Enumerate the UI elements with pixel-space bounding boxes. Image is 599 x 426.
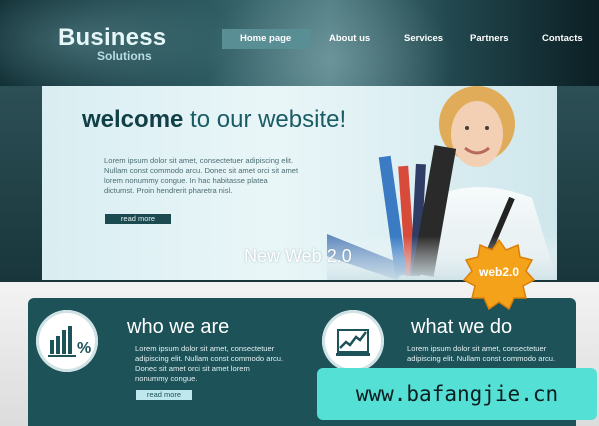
nav-label: Home page [240, 33, 292, 44]
hero-title: welcome to our website! [82, 106, 346, 134]
hero-title-rest: to our website! [183, 106, 347, 133]
what-we-do-icon-circle [322, 310, 384, 372]
hero-tagline: New Web 2.0 [244, 246, 352, 266]
nav-partners[interactable]: Partners [470, 29, 509, 49]
logo-title[interactable]: Business [58, 24, 166, 52]
bar-chart-percent-icon: % [48, 326, 91, 357]
nav-contacts[interactable]: Contacts [542, 29, 583, 49]
nav-label: About us [329, 33, 371, 44]
section-text-what-we-do: Lorem ipsum dolor sit amet, consectetuer… [407, 344, 556, 363]
hero-read-more-button[interactable]: read more [105, 214, 171, 224]
hero-title-bold: welcome [82, 106, 184, 133]
badge-label: web2.0 [478, 265, 520, 279]
section-text-who-we-are: Lorem ipsum dolor sit amet, consectetuer… [135, 344, 284, 383]
svg-text:%: % [77, 340, 91, 357]
nav-home-page[interactable]: Home page [222, 29, 311, 49]
trend-chart-icon [336, 329, 370, 356]
web20-badge: web2.0 [462, 238, 536, 312]
watermark-overlay: www.bafangjie.cn [317, 368, 597, 420]
section-title-who-we-are: who we are [127, 316, 230, 338]
section-title-what-we-do: what we do [411, 316, 513, 338]
who-we-are-icon-circle: % [36, 310, 98, 372]
who-we-are-read-more-button[interactable]: read more [136, 390, 192, 400]
logo-subtitle: Solutions [97, 49, 152, 63]
site-header: Business Solutions Home page About us Se… [0, 0, 599, 86]
nav-about-us[interactable]: About us [329, 29, 370, 49]
nav-label: Partners [470, 33, 509, 44]
nav-label: Contacts [542, 33, 583, 44]
watermark-text: www.bafangjie.cn [355, 382, 559, 406]
nav-label: Services [404, 33, 444, 44]
nav-services[interactable]: Services [404, 29, 443, 49]
hero-text: Lorem ipsum dolor sit amet, consectetuer… [104, 156, 299, 195]
